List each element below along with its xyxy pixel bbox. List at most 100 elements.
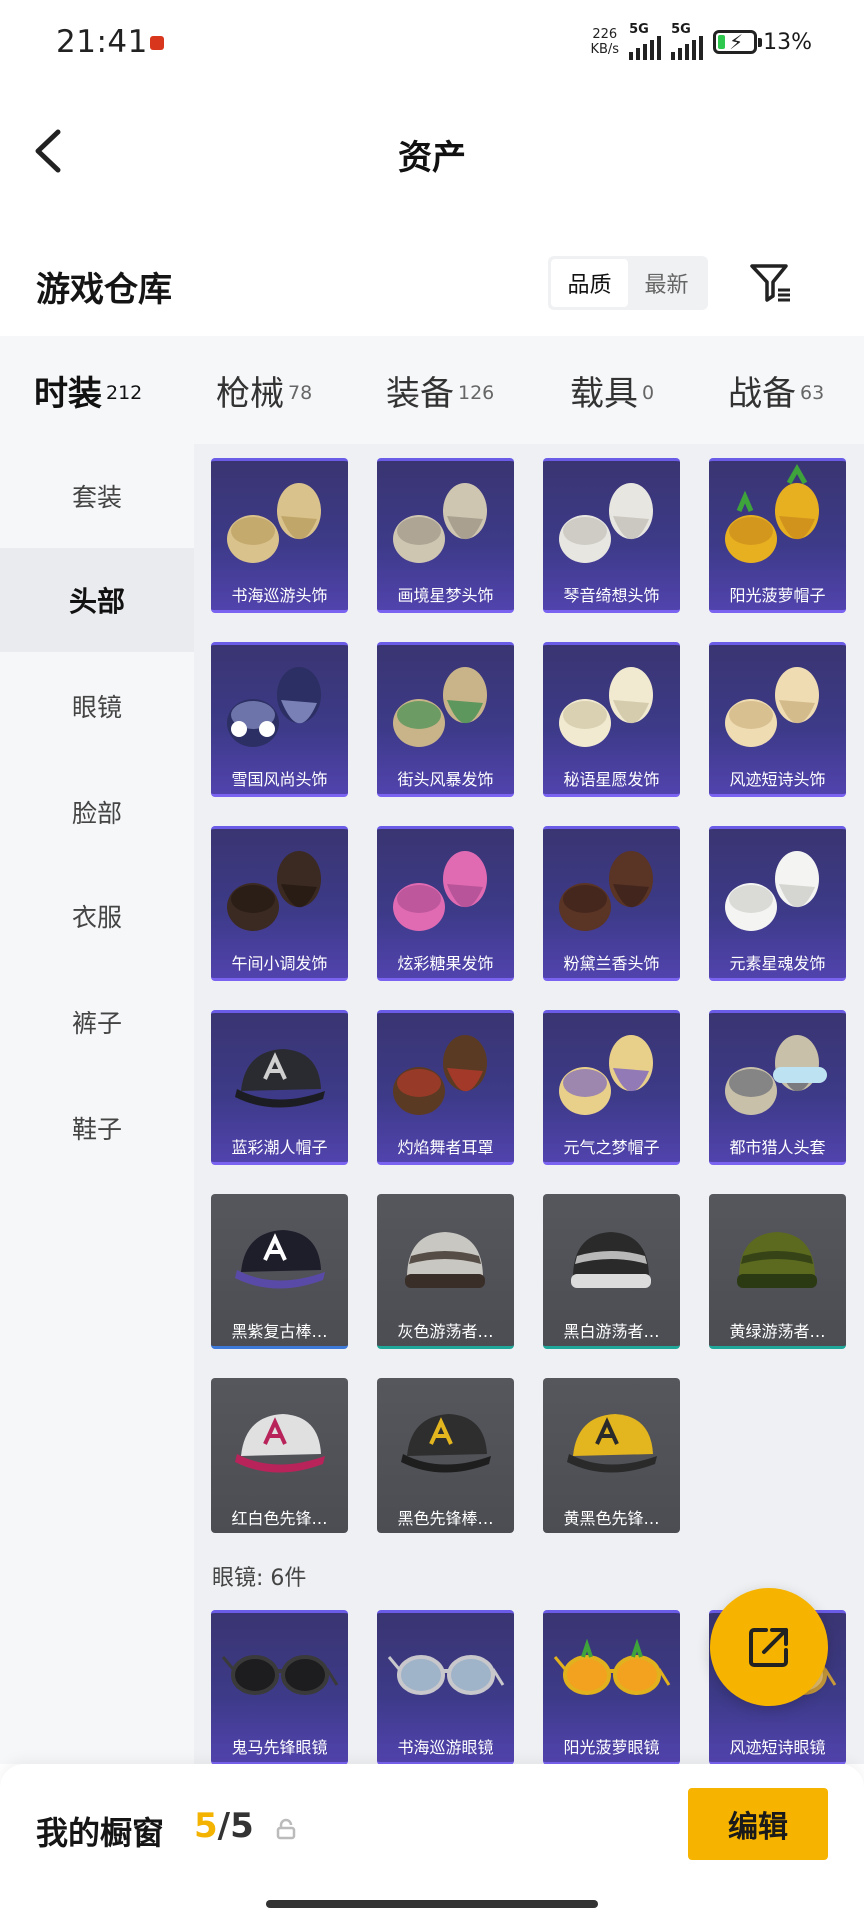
item-image — [543, 829, 680, 954]
warehouse-title: 游戏仓库 — [36, 270, 172, 310]
item-image — [543, 1194, 680, 1319]
item-card[interactable]: 画境星梦头饰 — [377, 458, 514, 613]
item-name: 午间小调发饰 — [231, 954, 328, 973]
sidebar-item-glasses[interactable]: 眼镜 — [0, 654, 194, 758]
item-name: 黄黑色先锋… — [563, 1509, 660, 1528]
signal-1-label: 5G — [629, 22, 649, 37]
glasses-section-label: 眼镜: 6件 — [212, 1566, 307, 1591]
signal-icon: 5G — [629, 22, 662, 60]
item-image — [709, 1013, 846, 1138]
item-card[interactable]: 书海巡游眼镜 — [377, 1610, 514, 1764]
sidebar-item-shoes[interactable]: 鞋子 — [0, 1076, 194, 1180]
item-card[interactable]: 阳光菠萝帽子 — [709, 458, 846, 613]
item-name: 风迹短诗头饰 — [729, 770, 826, 789]
item-card[interactable]: 阳光菠萝眼镜 — [543, 1610, 680, 1764]
item-name: 黄绿游荡者… — [729, 1322, 826, 1341]
item-card[interactable]: 书海巡游头饰 — [211, 458, 348, 613]
item-name: 书海巡游眼镜 — [397, 1738, 494, 1757]
battery-percent: 13% — [763, 29, 812, 55]
edit-button[interactable]: 编辑 — [688, 1788, 828, 1860]
item-name: 阳光菠萝眼镜 — [563, 1738, 660, 1757]
item-name: 都市猎人头套 — [729, 1138, 826, 1157]
item-card[interactable]: 黑紫复古棒… — [211, 1194, 348, 1349]
showcase-current: 5 — [194, 1806, 218, 1846]
warehouse-toolbar: 游戏仓库 品质 最新 — [0, 248, 864, 318]
tab-label: 枪械 — [216, 374, 284, 414]
item-name: 街头风暴发饰 — [397, 770, 494, 789]
item-name: 元气之梦帽子 — [563, 1138, 660, 1157]
header: 资产 — [0, 100, 864, 200]
item-name: 鬼马先锋眼镜 — [231, 1738, 328, 1757]
share-external-icon — [749, 1628, 788, 1667]
item-card[interactable]: 街头风暴发饰 — [377, 642, 514, 797]
sidebar-item-outfit[interactable]: 套装 — [0, 444, 194, 548]
category-tabs: 时装 212 枪械 78 装备 126 载具 0 战备 63 — [0, 336, 864, 454]
item-image — [709, 1194, 846, 1319]
subcategory-sidebar: 套装 头部 眼镜 脸部 衣服 裤子 鞋子 — [0, 444, 194, 1764]
item-name: 秘语星愿发饰 — [563, 770, 660, 789]
item-image — [211, 1013, 348, 1138]
sidebar-item-face[interactable]: 脸部 — [0, 760, 194, 864]
share-button[interactable] — [710, 1588, 828, 1706]
network-speed: 226 KB/s — [590, 27, 619, 57]
tab-count: 126 — [458, 381, 495, 404]
page-title: 资产 — [398, 138, 466, 178]
item-card[interactable]: 元气之梦帽子 — [543, 1010, 680, 1165]
signal-icon: 5G — [671, 22, 704, 60]
showcase-title: 我的橱窗 — [36, 1814, 165, 1852]
item-name: 黑紫复古棒… — [231, 1322, 328, 1341]
showcase-separator: / — [217, 1806, 231, 1846]
item-card[interactable]: 粉黛兰香头饰 — [543, 826, 680, 981]
sort-option-quality[interactable]: 品质 — [551, 259, 628, 307]
item-card[interactable]: 雪国风尚头饰 — [211, 642, 348, 797]
item-card[interactable]: 风迹短诗头饰 — [709, 642, 846, 797]
tab-label: 载具 — [570, 374, 638, 414]
item-image — [377, 829, 514, 954]
home-indicator[interactable] — [266, 1900, 598, 1908]
battery-icon: ⚡ — [713, 30, 763, 54]
battery-indicator: ⚡ 13% — [713, 30, 812, 55]
tab-guns[interactable]: 枪械 78 — [216, 366, 312, 415]
item-card[interactable]: 秘语星愿发饰 — [543, 642, 680, 797]
sidebar-item-clothes[interactable]: 衣服 — [0, 864, 194, 968]
item-card[interactable]: 蓝彩潮人帽子 — [211, 1010, 348, 1165]
network-speed-value: 226 — [592, 27, 618, 42]
item-card[interactable]: 元素星魂发饰 — [709, 826, 846, 981]
tab-count: 0 — [642, 381, 655, 404]
status-indicators: 226 KB/s 5G 5G ⚡ 13% — [590, 22, 812, 62]
sidebar-item-pants[interactable]: 裤子 — [0, 970, 194, 1074]
status-bar: 21:41 226 KB/s 5G 5G ⚡ 13% — [0, 0, 864, 86]
tab-fashion[interactable]: 时装 212 — [34, 366, 142, 454]
item-card[interactable]: 灼焰舞者耳罩 — [377, 1010, 514, 1165]
item-card[interactable]: 黑色先锋棒… — [377, 1378, 514, 1533]
item-name: 红白色先锋… — [231, 1509, 328, 1528]
item-card[interactable]: 灰色游荡者… — [377, 1194, 514, 1349]
item-name: 阳光菠萝帽子 — [729, 586, 826, 605]
item-card[interactable]: 午间小调发饰 — [211, 826, 348, 981]
item-name: 蓝彩潮人帽子 — [231, 1138, 328, 1157]
item-card[interactable]: 炫彩糖果发饰 — [377, 826, 514, 981]
item-name: 灼焰舞者耳罩 — [397, 1138, 494, 1157]
item-image — [543, 1013, 680, 1138]
item-card[interactable]: 黄黑色先锋… — [543, 1378, 680, 1533]
item-image — [709, 461, 846, 586]
tab-supplies[interactable]: 战备 63 — [728, 366, 824, 415]
sort-option-newest[interactable]: 最新 — [628, 259, 705, 307]
item-card[interactable]: 鬼马先锋眼镜 — [211, 1610, 348, 1764]
filter-button[interactable] — [748, 260, 794, 306]
item-card[interactable]: 黄绿游荡者… — [709, 1194, 846, 1349]
tab-vehicles[interactable]: 载具 0 — [570, 366, 654, 415]
status-time: 21:41 — [56, 24, 148, 60]
item-image — [377, 1613, 514, 1738]
item-name: 黑白游荡者… — [563, 1322, 660, 1341]
item-card[interactable]: 黑白游荡者… — [543, 1194, 680, 1349]
item-image — [543, 1378, 680, 1503]
item-card[interactable]: 红白色先锋… — [211, 1378, 348, 1533]
tab-count: 78 — [288, 381, 313, 404]
item-card[interactable]: 都市猎人头套 — [709, 1010, 846, 1165]
showcase-count: 5/5 — [194, 1806, 254, 1846]
item-card[interactable]: 琴音绮想头饰 — [543, 458, 680, 613]
sidebar-item-head[interactable]: 头部 — [0, 548, 194, 652]
tab-equipment[interactable]: 装备 126 — [386, 366, 494, 415]
tab-count: 63 — [800, 381, 825, 404]
